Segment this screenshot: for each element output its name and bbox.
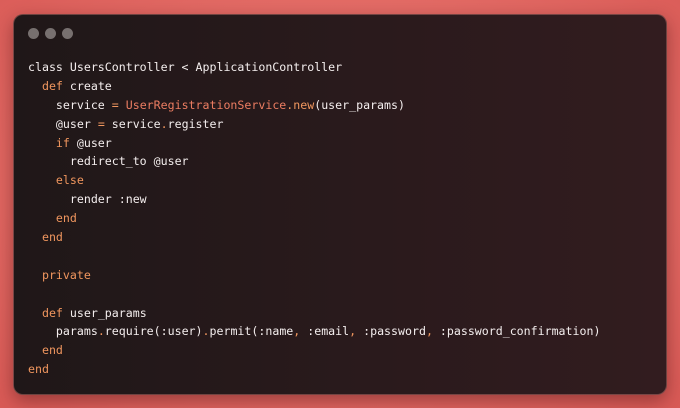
code-line: else	[28, 171, 600, 190]
code-line: def create	[28, 77, 600, 96]
maximize-dot-icon[interactable]	[62, 28, 73, 39]
code-token: require(:user)	[104, 324, 203, 339]
code-line: end	[28, 209, 600, 228]
code-token: private	[41, 267, 91, 282]
code-line: render :new	[28, 190, 600, 209]
code-token: params	[28, 324, 98, 339]
code-line: redirect_to @user	[28, 152, 600, 171]
code-token: end	[28, 362, 49, 377]
code-token: =	[111, 97, 119, 112]
code-line: end	[28, 228, 600, 247]
code-token: end	[41, 230, 63, 245]
code-block: class UsersController < ApplicationContr…	[28, 58, 600, 379]
code-token: @user	[69, 135, 112, 150]
code-token: end	[41, 343, 63, 358]
code-line: private	[28, 266, 600, 285]
code-token: service	[28, 97, 112, 112]
code-token: else	[55, 173, 84, 188]
code-line: @user = service.register	[28, 115, 600, 134]
code-line: class UsersController < ApplicationContr…	[28, 58, 600, 77]
code-token: service	[104, 116, 161, 131]
code-token: user_params	[62, 305, 147, 320]
code-line: if @user	[28, 134, 600, 153]
close-dot-icon[interactable]	[28, 28, 39, 39]
code-token: class UsersController < ApplicationContr…	[28, 60, 343, 74]
code-token: def	[41, 305, 63, 320]
code-token: redirect_to @user	[28, 154, 189, 169]
code-token: .	[160, 116, 168, 131]
code-line: end	[28, 360, 600, 379]
code-token: ,	[425, 324, 433, 339]
code-token: render :new	[28, 192, 147, 207]
code-token: permit(:name	[209, 324, 294, 339]
code-line: params.require(:user).permit(:name, :ema…	[28, 322, 601, 341]
code-line: service = UserRegistrationService.new(us…	[28, 96, 600, 115]
window-controls	[28, 28, 73, 39]
code-token: create	[62, 78, 112, 93]
code-token: new	[293, 97, 315, 112]
code-token: UserRegistrationService	[125, 97, 287, 112]
code-token: :password_confirmation)	[432, 324, 601, 339]
code-token: if	[55, 135, 70, 150]
code-line: def user_params	[28, 304, 600, 323]
code-token: register	[167, 116, 224, 131]
code-token: =	[97, 116, 105, 131]
minimize-dot-icon[interactable]	[45, 28, 56, 39]
code-token: .	[97, 324, 105, 339]
code-line: end	[28, 341, 600, 360]
code-token: (user_params)	[314, 97, 405, 112]
code-token: end	[55, 211, 77, 226]
code-token: .	[202, 324, 210, 339]
code-window: class UsersController < ApplicationContr…	[13, 14, 667, 395]
code-token: @user	[28, 116, 98, 131]
code-token: def	[41, 78, 63, 93]
code-token: :email	[300, 324, 350, 339]
code-token: :password	[356, 324, 426, 339]
